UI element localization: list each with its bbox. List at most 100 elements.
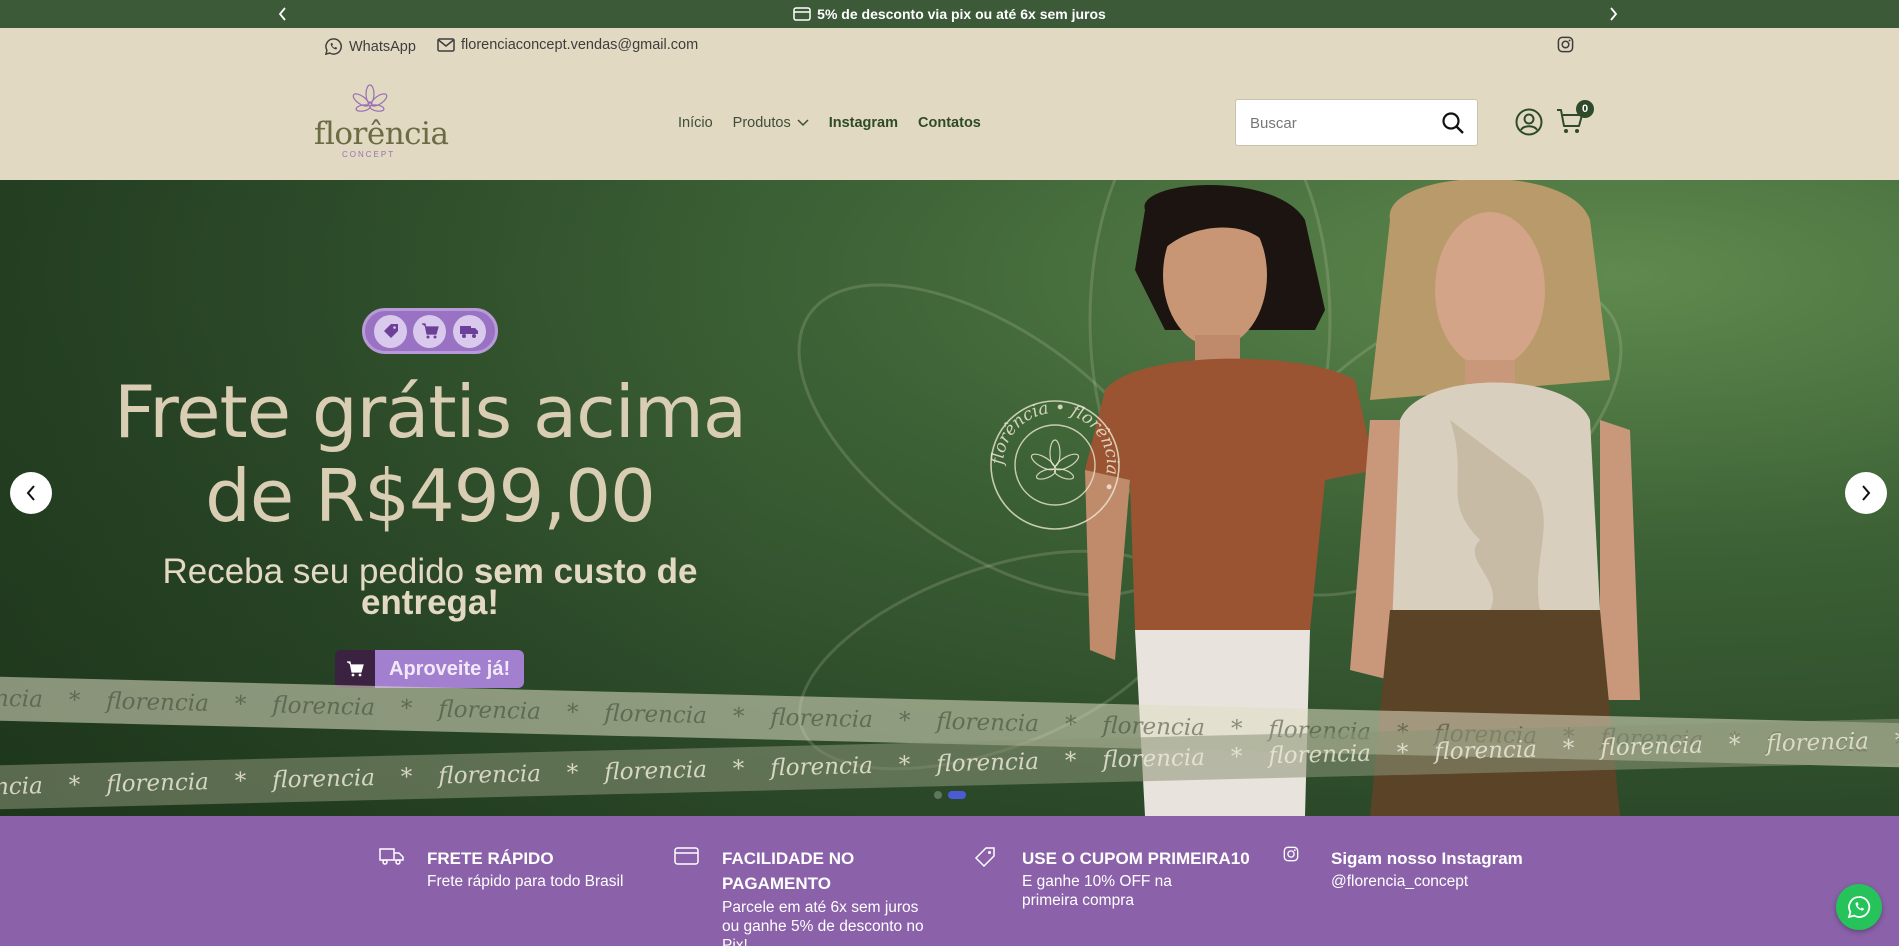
ribbon-word: florencia (1434, 736, 1538, 766)
cart-count-badge: 0 (1576, 100, 1594, 118)
ribbon-word: florencia (604, 700, 708, 730)
whatsapp-link[interactable]: WhatsApp (324, 37, 416, 56)
hero-pagination (934, 791, 966, 799)
benefit-desc: Parcele em até 6x sem juros ou ganhe 5% … (722, 899, 924, 946)
delivery-truck-icon (452, 314, 486, 348)
ribbon-star: * (400, 695, 413, 722)
hero-title-line2: de R$499,00 (205, 454, 656, 538)
ribbon-word: florencia (1766, 728, 1870, 758)
svg-text:florência • florência •: florência • florência • (988, 398, 1122, 495)
benefit-desc: Frete rápido para todo Brasil (427, 873, 624, 890)
announcement-next-arrow[interactable] (1604, 5, 1622, 23)
flower-logo-icon (352, 84, 388, 112)
ribbon-star: * (1396, 739, 1409, 767)
shopping-cart-icon (413, 314, 447, 348)
ribbon-word: florencia (272, 692, 376, 721)
ribbon-word: florencia (936, 748, 1040, 778)
benefit-title: FRETE RÁPIDO (427, 849, 554, 868)
ribbon-word: florencia (105, 769, 210, 798)
ribbon-star: * (234, 768, 247, 795)
hero-next-button[interactable] (1845, 472, 1887, 514)
hero-dot-2-active[interactable] (948, 791, 966, 799)
instagram-icon[interactable] (1557, 36, 1574, 58)
discount-tag-icon (374, 314, 408, 348)
ribbon-word: florencia (0, 773, 44, 802)
nav-item-contatos[interactable]: Contatos (918, 115, 981, 131)
contact-bar: WhatsApp florenciaconcept.vendas@gmail.c… (0, 28, 1899, 62)
ribbon-word: florencia (1102, 744, 1206, 774)
whatsapp-icon (1847, 896, 1871, 919)
instagram-icon (1283, 846, 1299, 867)
site-header: florência CONCEPT Início Produtos Instag… (0, 62, 1899, 180)
hero-dot-1[interactable] (934, 791, 942, 799)
ribbon-star: * (234, 691, 247, 718)
nav-item-inicio[interactable]: Início (678, 115, 713, 131)
benefit-desc: E ganhe 10% OFF na primeira compra (1022, 873, 1172, 909)
chevron-down-icon (797, 119, 809, 127)
email-label: florenciaconcept.vendas@gmail.com (461, 37, 699, 53)
cta-label: Aproveite já! (375, 650, 525, 688)
ribbon-word: florencia (936, 708, 1040, 738)
ribbon-star: * (1064, 747, 1077, 775)
hero-title: Frete grátis acima de R$499,00 (100, 370, 760, 538)
ribbon-word: florencia (604, 756, 708, 786)
seal-text: florência • florência • (988, 398, 1122, 495)
cta-cart-icon (335, 650, 375, 688)
ribbon-word: florencia (770, 704, 874, 734)
ribbon-word: florencia (438, 761, 542, 790)
main-nav: Início Produtos Instagram Contatos (678, 115, 981, 131)
search-icon[interactable] (1441, 111, 1465, 140)
announcement-text: 5% de desconto via pix ou até 6x sem jur… (817, 6, 1106, 22)
tag-icon (974, 846, 996, 873)
ribbon-star: * (566, 760, 579, 787)
ribbon-star: * (1728, 731, 1741, 758)
ribbon-word: florencia (1268, 740, 1372, 770)
logo-wordmark: florência (314, 116, 449, 152)
truck-icon (379, 846, 405, 871)
ribbon-word: florencia (105, 688, 210, 717)
ribbon-star: * (1230, 743, 1243, 771)
hero-banner[interactable]: Frete grátis acima de R$499,00 Receba se… (0, 180, 1899, 816)
chevron-right-icon (1862, 485, 1871, 501)
whatsapp-icon (324, 38, 342, 56)
logo-tagline: CONCEPT (342, 150, 396, 159)
nav-item-instagram[interactable]: Instagram (829, 115, 898, 131)
account-icon[interactable] (1515, 108, 1543, 141)
ribbon-star: * (1064, 711, 1077, 739)
hero-icon-pill (362, 308, 498, 354)
ribbon-star: * (898, 707, 911, 735)
benefit-title: USE O CUPOM PRIMEIRA10 (1022, 849, 1250, 868)
benefits-bar: FRETE RÁPIDO Frete rápido para todo Bras… (0, 816, 1899, 946)
benefit-desc: @florencia_concept (1331, 873, 1469, 890)
whatsapp-label: WhatsApp (349, 38, 416, 55)
email-link[interactable]: florenciaconcept.vendas@gmail.com (437, 37, 698, 53)
whatsapp-floating-button[interactable] (1836, 884, 1882, 930)
ribbon-star: * (68, 772, 81, 799)
ribbon-star: * (566, 699, 579, 726)
hero-cta-button[interactable]: Aproveite já! (335, 650, 525, 688)
hero-prev-button[interactable] (10, 472, 52, 514)
benefit-title: Sigam nosso Instagram (1331, 849, 1523, 868)
site-logo[interactable]: florência CONCEPT (312, 84, 449, 159)
card-icon (674, 846, 700, 871)
brand-seal-emblem: florência • florência • (988, 398, 1122, 530)
ribbon-star: * (732, 756, 745, 783)
ribbon-star: * (1894, 727, 1899, 754)
ribbon-star: * (898, 751, 911, 779)
ribbon-word: florencia (0, 684, 44, 713)
search-box (1235, 99, 1478, 146)
ribbon-word: florencia (770, 752, 874, 782)
ribbon-word: florencia (438, 696, 542, 725)
benefit-title: FACILIDADE NO PAGAMENTO (722, 849, 855, 893)
card-icon (793, 7, 811, 21)
hero-title-line1: Frete grátis acima (114, 370, 747, 454)
search-input[interactable] (1250, 112, 1430, 134)
ribbon-star: * (1562, 735, 1575, 763)
ribbon-star: * (400, 764, 413, 791)
nav-item-produtos-label: Produtos (732, 115, 791, 131)
hero-subtitle: Receba seu pedido sem custo de entrega! (130, 554, 730, 620)
ribbon-star: * (732, 703, 745, 730)
nav-item-produtos[interactable]: Produtos (733, 115, 809, 131)
ribbon-word: florencia (272, 765, 376, 794)
announcement-bar: 5% de desconto via pix ou até 6x sem jur… (0, 0, 1899, 28)
